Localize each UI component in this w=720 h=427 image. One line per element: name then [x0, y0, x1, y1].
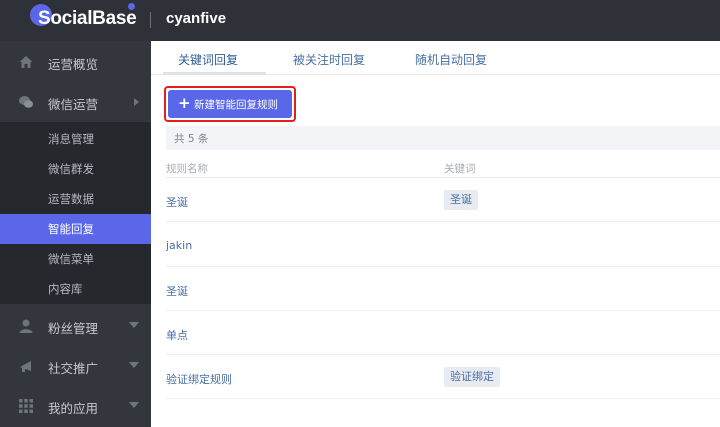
- keyword-tag: 圣诞: [444, 190, 478, 210]
- top-bar: SocialBase cyanfive: [0, 0, 720, 41]
- grid-icon: [18, 398, 34, 414]
- megaphone-icon: [18, 358, 34, 374]
- submenu-item-label: 运营数据: [48, 192, 94, 206]
- new-rule-button-label: 新建智能回复规则: [194, 99, 278, 111]
- sidebar-item-promotion[interactable]: 社交推广: [0, 345, 151, 387]
- tab-random-reply[interactable]: 随机自动回复: [415, 51, 487, 68]
- wechat-icon: [18, 94, 34, 110]
- sidebar-item-label: 运营概览: [48, 57, 99, 72]
- submenu-item-content-library[interactable]: 内容库: [0, 274, 151, 304]
- result-count: 共 5 条: [174, 133, 209, 145]
- user-icon: [18, 318, 34, 334]
- table-row[interactable]: 验证绑定规则 验证绑定: [166, 355, 720, 399]
- org-name[interactable]: cyanfive: [166, 10, 226, 27]
- table-row[interactable]: jakin: [166, 223, 720, 267]
- chevron-down-icon: [129, 362, 139, 368]
- submenu-item-messages[interactable]: 消息管理: [0, 124, 151, 154]
- sidebar-item-label: 粉丝管理: [48, 321, 99, 336]
- submenu-item-label: 消息管理: [48, 132, 94, 146]
- sidebar-item-label: 社交推广: [48, 361, 99, 376]
- result-count-bar: 共 5 条: [166, 126, 720, 150]
- column-header-keyword: 关键词: [444, 163, 476, 175]
- submenu-item-label: 智能回复: [48, 222, 94, 236]
- rule-name[interactable]: 验证绑定规则: [166, 371, 232, 387]
- logo-dot: [128, 3, 135, 10]
- submenu-item-label: 微信群发: [48, 162, 94, 176]
- submenu-item-smart-reply[interactable]: 智能回复: [0, 214, 151, 244]
- wechat-submenu: 消息管理 微信群发 运营数据 智能回复 微信菜单 内容库: [0, 122, 151, 304]
- plus-icon: +: [178, 94, 191, 112]
- table-row[interactable]: 单点: [166, 311, 720, 355]
- rule-name[interactable]: jakin: [166, 239, 192, 252]
- tab-bar: 关键词回复 被关注时回复 随机自动回复: [151, 41, 720, 75]
- sidebar-item-apps[interactable]: 我的应用: [0, 385, 151, 427]
- sidebar-item-label: 我的应用: [48, 401, 99, 416]
- rule-name[interactable]: 圣诞: [166, 283, 188, 299]
- sidebar-item-overview[interactable]: 运营概览: [0, 41, 151, 83]
- active-tab-indicator: [163, 72, 266, 75]
- chevron-down-icon: [129, 322, 139, 328]
- submenu-item-label: 内容库: [48, 282, 83, 296]
- sidebar-item-label: 微信运营: [48, 97, 99, 112]
- submenu-item-broadcast[interactable]: 微信群发: [0, 154, 151, 184]
- submenu-item-data[interactable]: 运营数据: [0, 184, 151, 214]
- chevron-right-icon: [134, 98, 139, 106]
- main-content: 关键词回复 被关注时回复 随机自动回复 + 新建智能回复规则 共 5 条 规则名…: [151, 41, 720, 427]
- sidebar: 运营概览 微信运营 消息管理 微信群发 运营数据 智能回复 微信菜单 内容库 粉…: [0, 41, 151, 427]
- submenu-item-label: 微信菜单: [48, 252, 94, 266]
- keyword-tag: 验证绑定: [444, 367, 500, 387]
- submenu-item-menu[interactable]: 微信菜单: [0, 244, 151, 274]
- rule-name[interactable]: 单点: [166, 327, 188, 343]
- new-rule-button[interactable]: + 新建智能回复规则: [168, 90, 292, 118]
- sidebar-item-fans[interactable]: 粉丝管理: [0, 305, 151, 347]
- table-row[interactable]: 圣诞 圣诞: [166, 178, 720, 222]
- column-header-name: 规则名称: [166, 163, 208, 175]
- logo[interactable]: SocialBase: [26, 0, 138, 41]
- tab-keyword-reply[interactable]: 关键词回复: [178, 51, 238, 68]
- header-divider: [150, 12, 151, 28]
- tab-follow-reply[interactable]: 被关注时回复: [293, 51, 365, 68]
- chevron-down-icon: [129, 402, 139, 408]
- home-icon: [18, 54, 34, 70]
- sidebar-item-wechat[interactable]: 微信运营: [0, 81, 151, 123]
- rule-name[interactable]: 圣诞: [166, 194, 188, 210]
- logo-text: SocialBase: [38, 8, 137, 29]
- table-row[interactable]: 圣诞: [166, 267, 720, 311]
